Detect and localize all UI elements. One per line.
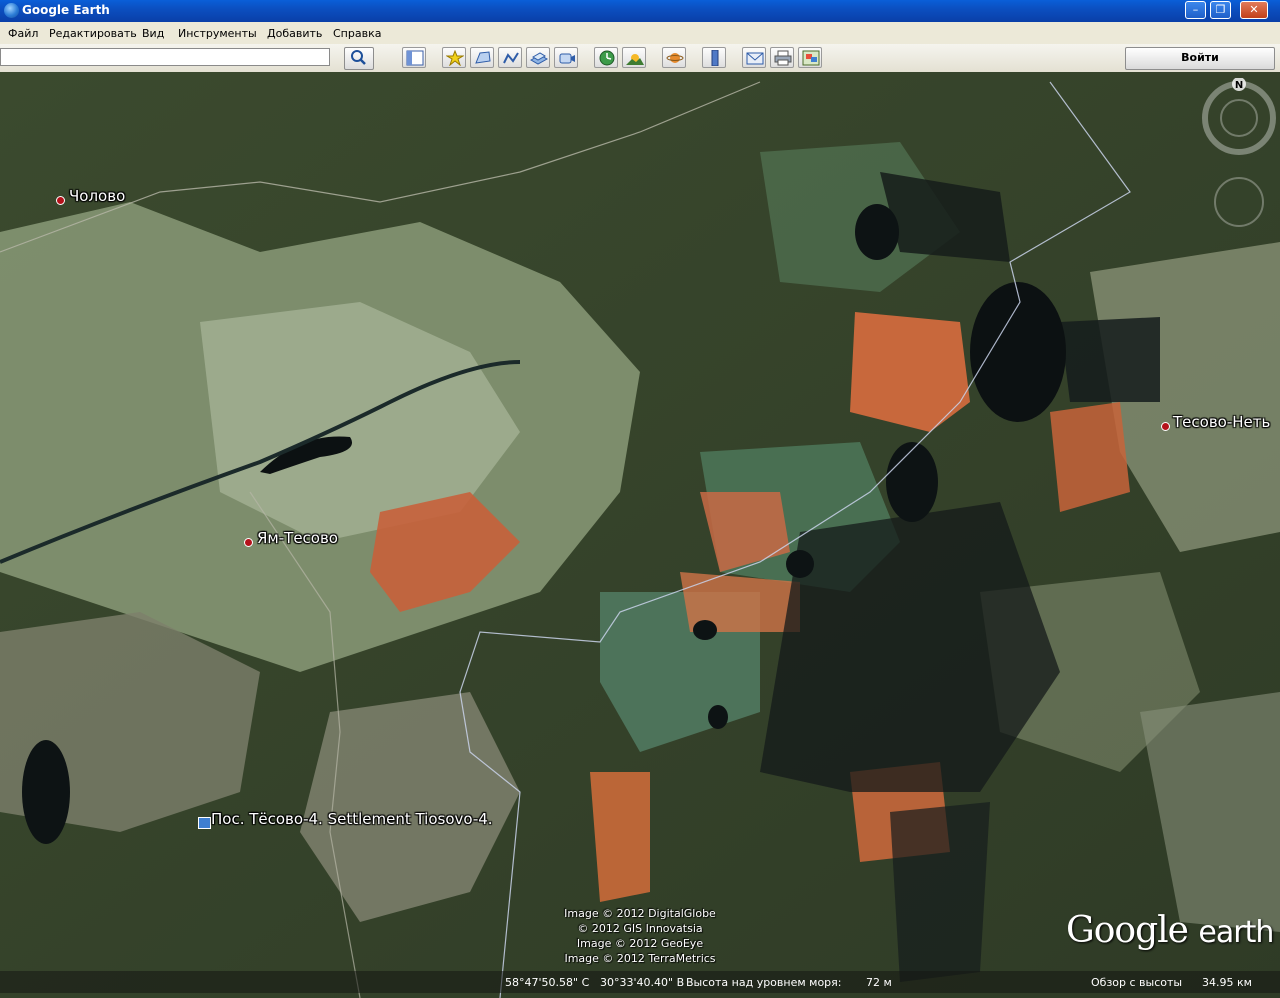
print-icon	[774, 50, 792, 66]
menu-tools[interactable]: Инструменты	[178, 27, 257, 40]
minimize-icon[interactable]: –	[1185, 1, 1206, 19]
view-in-maps-icon	[802, 50, 820, 66]
place-marker-yam-tesovo[interactable]	[244, 538, 253, 547]
place-label-tiosovo-4[interactable]: Пос. Тёсово-4. Settlement Tiosovo-4.	[211, 810, 493, 828]
image-overlay-button[interactable]	[526, 47, 550, 68]
settlement-marker-icon[interactable]	[198, 817, 211, 829]
elevation-value: 72 м	[866, 976, 892, 989]
menu-edit[interactable]: Редактировать	[49, 27, 137, 40]
map-view[interactable]: N Чолово Ям-Тесово Тесово-Неть Пос. Тёсо…	[0, 72, 1280, 998]
status-bar: 58°47'50.58" С 30°33'40.40" В Высота над…	[0, 971, 1280, 993]
compass-north-label: N	[1235, 80, 1243, 91]
record-tour-icon	[559, 53, 575, 64]
title-bar: Google Earth – ❐ ✕	[0, 0, 1280, 22]
logo-word-google: Google	[1066, 910, 1189, 951]
historical-imagery-icon	[599, 50, 615, 66]
planets-icon	[666, 53, 684, 63]
search-icon	[351, 50, 366, 65]
sunlight-button[interactable]	[622, 47, 646, 68]
window-title: Google Earth	[22, 3, 110, 17]
place-marker-cholovo[interactable]	[56, 196, 65, 205]
ruler-button[interactable]	[702, 47, 726, 68]
credit-line: Image © 2012 DigitalGlobe	[564, 907, 716, 920]
historical-imagery-button[interactable]	[594, 47, 618, 68]
menu-help[interactable]: Справка	[333, 27, 381, 40]
eye-altitude-value: 34.95 км	[1202, 976, 1252, 989]
sidebar-button[interactable]	[402, 47, 426, 68]
place-label-yam-tesovo[interactable]: Ям-Тесово	[257, 529, 338, 547]
email-button[interactable]	[742, 47, 766, 68]
view-in-maps-button[interactable]	[798, 47, 822, 68]
elevation-label: Высота над уровнем моря:	[686, 976, 842, 989]
logo-word-earth: earth	[1198, 915, 1274, 950]
path-icon	[503, 52, 519, 64]
polygon-icon	[475, 51, 491, 64]
signin-button[interactable]: Войти	[1125, 47, 1275, 70]
place-label-cholovo[interactable]: Чолово	[69, 187, 125, 205]
google-earth-app-icon	[4, 3, 19, 18]
place-label-tesovo-net[interactable]: Тесово-Неть	[1173, 413, 1270, 431]
print-button[interactable]	[770, 47, 794, 68]
satellite-imagery	[0, 72, 1280, 998]
placemark-button[interactable]	[442, 47, 466, 68]
ruler-icon	[711, 50, 719, 66]
navigation-control[interactable]: N	[1200, 78, 1278, 248]
place-marker-tesovo-net[interactable]	[1161, 422, 1170, 431]
maximize-icon[interactable]: ❐	[1210, 1, 1231, 19]
toolbar: Войти	[0, 44, 1280, 73]
imagery-credits: Image © 2012 DigitalGlobe © 2012 GIS Inn…	[540, 906, 740, 966]
search-input[interactable]	[0, 48, 330, 66]
menu-view[interactable]: Вид	[142, 27, 164, 40]
image-overlay-icon	[530, 52, 548, 65]
longitude-readout: 30°33'40.40" В	[600, 976, 685, 989]
menu-file[interactable]: Файл	[8, 27, 38, 40]
planets-button[interactable]	[662, 47, 686, 68]
credit-line: © 2012 GIS Innovatsia	[577, 922, 703, 935]
path-button[interactable]	[498, 47, 522, 68]
close-icon[interactable]: ✕	[1240, 1, 1268, 19]
polygon-button[interactable]	[470, 47, 494, 68]
menu-add[interactable]: Добавить	[267, 27, 322, 40]
sunlight-icon	[626, 54, 644, 65]
google-earth-logo: Google earth	[1066, 910, 1274, 951]
eye-altitude-label: Обзор с высоты	[1091, 976, 1183, 989]
credit-line: Image © 2012 GeoEye	[576, 937, 704, 950]
search-button[interactable]	[344, 47, 374, 70]
latitude-readout: 58°47'50.58" С	[505, 976, 590, 989]
menu-bar: Файл Редактировать Вид Инструменты Добав…	[0, 22, 1280, 45]
record-tour-button[interactable]	[554, 47, 578, 68]
sidebar-icon	[406, 50, 424, 66]
placemark-icon	[446, 50, 464, 66]
email-icon	[746, 52, 764, 65]
credit-line: Image © 2012 TerraMetrics	[564, 952, 716, 965]
